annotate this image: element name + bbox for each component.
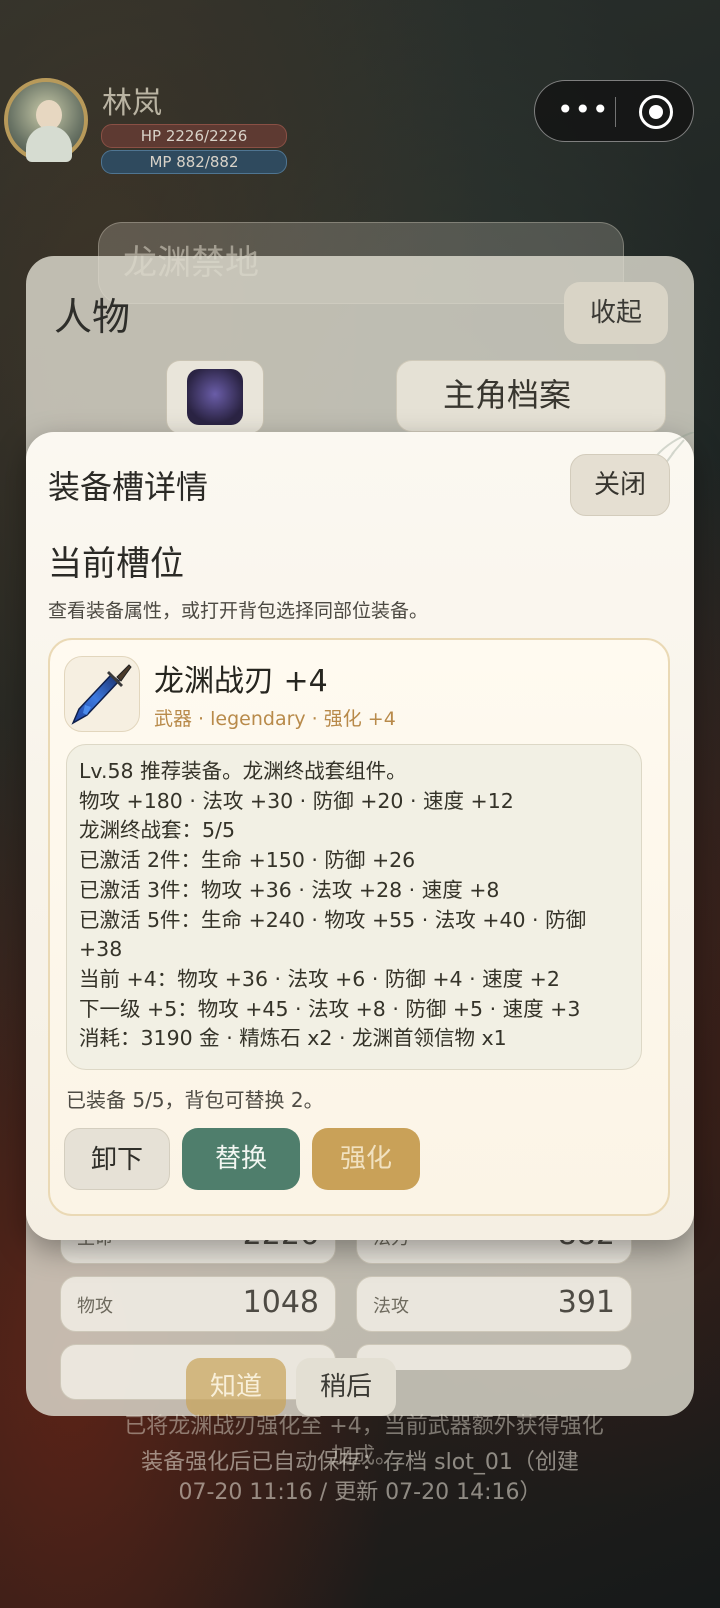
close-button[interactable]: 关闭 [570, 454, 670, 516]
modal-title: 装备槽详情 [48, 468, 209, 506]
crest-gem-icon [187, 369, 243, 425]
more-dots-icon[interactable]: ••• [557, 95, 609, 129]
detail-line: 消耗：3190 金 · 精炼石 x2 · 龙渊首领信物 x1 [79, 1026, 507, 1051]
stat-label: 法攻 [373, 1296, 409, 1317]
collapse-button[interactable]: 收起 [564, 282, 668, 344]
mini-program-capsule: ••• [534, 80, 694, 142]
detail-line: 龙渊终战套：5/5 [79, 818, 235, 843]
section-title: 当前槽位 [48, 544, 184, 584]
stat-value: 1048 [242, 1285, 319, 1320]
upgrade-button[interactable]: 强化 [312, 1128, 420, 1190]
player-name: 林岚 [102, 86, 162, 121]
detail-line: 当前 +4：物攻 +36 · 法攻 +6 · 防御 +4 · 速度 +2 [79, 966, 560, 991]
detail-line: 下一级 +5：物攻 +45 · 法攻 +8 · 防御 +5 · 速度 +3 [79, 996, 581, 1021]
unequip-button[interactable]: 卸下 [64, 1128, 170, 1190]
panel-title: 人物 [54, 295, 131, 339]
item-name: 龙渊战刃 +4 [154, 664, 328, 699]
sword-icon [64, 656, 140, 732]
equip-status: 已装备 5/5，背包可替换 2。 [66, 1088, 324, 1112]
equipment-slot-modal: 装备槽详情 关闭 当前槽位 查看装备属性，或打开背包选择同部位装备。 龙渊战刃 … [26, 432, 694, 1240]
character-crest[interactable] [166, 360, 264, 434]
detail-line: 已激活 3件：物攻 +36 · 法攻 +28 · 速度 +8 [79, 877, 500, 902]
detail-line: 物攻 +180 · 法攻 +30 · 防御 +20 · 速度 +12 [79, 788, 514, 813]
capsule-divider [615, 97, 616, 127]
avatar-body [26, 126, 72, 162]
toast-confirm-button[interactable]: 知道 [186, 1358, 286, 1416]
detail-line: 已激活 2件：生命 +150 · 防御 +26 [79, 848, 416, 873]
profile-button[interactable]: 主角档案 [396, 360, 666, 432]
toast-later-button[interactable]: 稍后 [296, 1358, 396, 1416]
detail-line: Lv.58 推荐装备。龙渊终战套组件。 [79, 759, 407, 783]
mp-bar: MP 882/882 [101, 150, 287, 174]
player-avatar[interactable] [4, 78, 88, 162]
section-description: 查看装备属性，或打开背包选择同部位装备。 [48, 600, 429, 622]
detail-line: 已激活 5件：生命 +240 · 物攻 +55 · 法攻 +40 · 防御 +3… [79, 907, 587, 962]
hp-bar: HP 2226/2226 [101, 124, 287, 148]
stat-matk: 法攻 391 [356, 1276, 632, 1332]
item-meta: 武器 · legendary · 强化 +4 [154, 708, 396, 730]
stat-row-partial [356, 1344, 632, 1370]
item-card: 龙渊战刃 +4 武器 · legendary · 强化 +4 Lv.58 推荐装… [48, 638, 670, 1216]
save-message: 装备强化后已自动保存：存档 slot_01（创建 07-20 11:16 / 更… [141, 1450, 579, 1505]
stat-value: 391 [557, 1285, 615, 1320]
item-detail-box: Lv.58 推荐装备。龙渊终战套组件。 物攻 +180 · 法攻 +30 · 防… [66, 744, 642, 1070]
target-icon[interactable] [639, 95, 673, 129]
stat-patk: 物攻 1048 [60, 1276, 336, 1332]
stat-label: 物攻 [77, 1296, 113, 1317]
replace-button[interactable]: 替换 [182, 1128, 300, 1190]
